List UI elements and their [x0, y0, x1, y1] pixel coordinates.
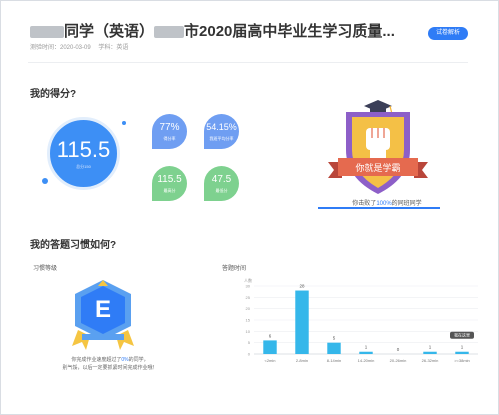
score-rate-drop: 77% 得分率 — [152, 114, 187, 149]
rank-text: 你击败了100%的同班同学 — [332, 198, 442, 207]
x-tick-label: 8-14min — [327, 358, 341, 363]
x-tick-label: 26-32min — [422, 358, 439, 363]
score-section-title: 我的得分? — [30, 89, 77, 100]
badge-graphic — [328, 100, 428, 194]
bar — [455, 351, 469, 354]
bar — [359, 351, 373, 354]
y-axis-label: 人数 — [244, 277, 252, 283]
bar — [263, 340, 277, 354]
grade-letter: E — [94, 296, 111, 323]
bar-value-label: 0 — [397, 347, 400, 352]
lowest-score-label: 最低分 — [215, 188, 228, 193]
y-tick-label: 20 — [246, 306, 251, 311]
bar-value-label: 1 — [365, 345, 368, 350]
bar — [327, 342, 341, 354]
caption-post: 的同学， — [128, 357, 149, 363]
total-score-label: 总分150 — [76, 164, 91, 169]
y-tick-label: 0 — [248, 352, 251, 357]
grade-caption: 你完成作业速度超过了0%的同学， 别气馁，以后一定要抓紧时间完成作业哦！ — [40, 356, 180, 372]
class-average-value: 54.15% — [206, 122, 237, 132]
caption-line2: 别气馁，以后一定要抓紧时间完成作业哦！ — [62, 365, 158, 371]
answer-time-label: 答题时间 — [222, 266, 247, 272]
decor-dot — [122, 121, 126, 125]
highest-score-label: 最高分 — [163, 188, 176, 193]
decor-dot — [42, 178, 48, 184]
y-tick-label: 15 — [246, 318, 251, 323]
test-time: 测验时间：2020-03-09 — [30, 45, 91, 51]
habit-grade-badge: E — [68, 278, 138, 352]
badge-text: 你就是学霸 — [355, 163, 401, 173]
test-meta: 测验时间：2020-03-09 学科：英语 — [30, 42, 134, 51]
y-tick-label: 5 — [248, 340, 251, 345]
title-pre: 同学（英语） — [64, 23, 155, 40]
x-tick-label: 20-26min — [390, 358, 407, 363]
highest-score-drop: 115.5 最高分 — [152, 166, 187, 201]
class-average-label: 我班平均分率 — [209, 136, 234, 141]
habit-level-label: 习惯等级 — [33, 266, 58, 272]
redacted-city — [154, 26, 185, 39]
bar — [295, 290, 309, 354]
paper-analysis-button[interactable]: 试卷解析 — [428, 27, 468, 40]
y-tick-label: 10 — [246, 329, 251, 334]
habit-section-title: 我的答题习惯如何? — [30, 240, 117, 251]
answer-time-chart: 人数 0 5 10 15 20 25 30 6 <2min 28 2-8min 5 8-14min 1 14-… — [232, 272, 482, 372]
bar — [423, 351, 437, 354]
title-post: 市2020届高中毕业生学习质量... — [184, 23, 395, 40]
top-student-badge: 你就是学霸 — [318, 98, 438, 198]
tooltip-text: 我在这里 — [454, 332, 470, 338]
page-title: 同学（英语） 市2020届高中毕业生学习质量... — [30, 20, 395, 41]
answer-time-chart-svg: 人数0510152025306<2min282-8min58-14min114-… — [244, 277, 478, 363]
y-tick-label: 25 — [246, 295, 251, 300]
score-rate-label: 得分率 — [163, 136, 176, 141]
caption-pre: 你完成作业速度超过了 — [71, 357, 122, 363]
bar-value-label: 28 — [299, 284, 305, 289]
bar-value-label: 1 — [461, 345, 464, 350]
y-tick-label: 30 — [246, 284, 251, 289]
highest-score-value: 115.5 — [157, 174, 182, 185]
caption-percent: 0% — [121, 357, 129, 363]
x-tick-label: 2-8min — [296, 358, 308, 363]
test-subject: 学科：英语 — [98, 45, 129, 51]
redacted-name — [30, 26, 64, 39]
score-rate-value: 77% — [159, 122, 180, 133]
bar-value-label: 6 — [269, 333, 272, 338]
lowest-score-value: 47.5 — [211, 174, 232, 185]
lowest-score-drop: 47.5 最低分 — [204, 166, 239, 201]
total-score: 115.5 — [56, 137, 111, 162]
class-average-drop: 54.15% 我班平均分率 — [204, 114, 239, 149]
rank-underline — [318, 207, 440, 209]
x-tick-label: >=38min — [454, 358, 470, 363]
x-tick-label: 14-20min — [358, 358, 375, 363]
bar-value-label: 1 — [429, 345, 432, 350]
x-tick-label: <2min — [264, 358, 275, 363]
bar-value-label: 5 — [333, 336, 336, 341]
header-divider — [28, 62, 468, 63]
total-score-circle: 115.5 总分150 — [47, 117, 120, 190]
